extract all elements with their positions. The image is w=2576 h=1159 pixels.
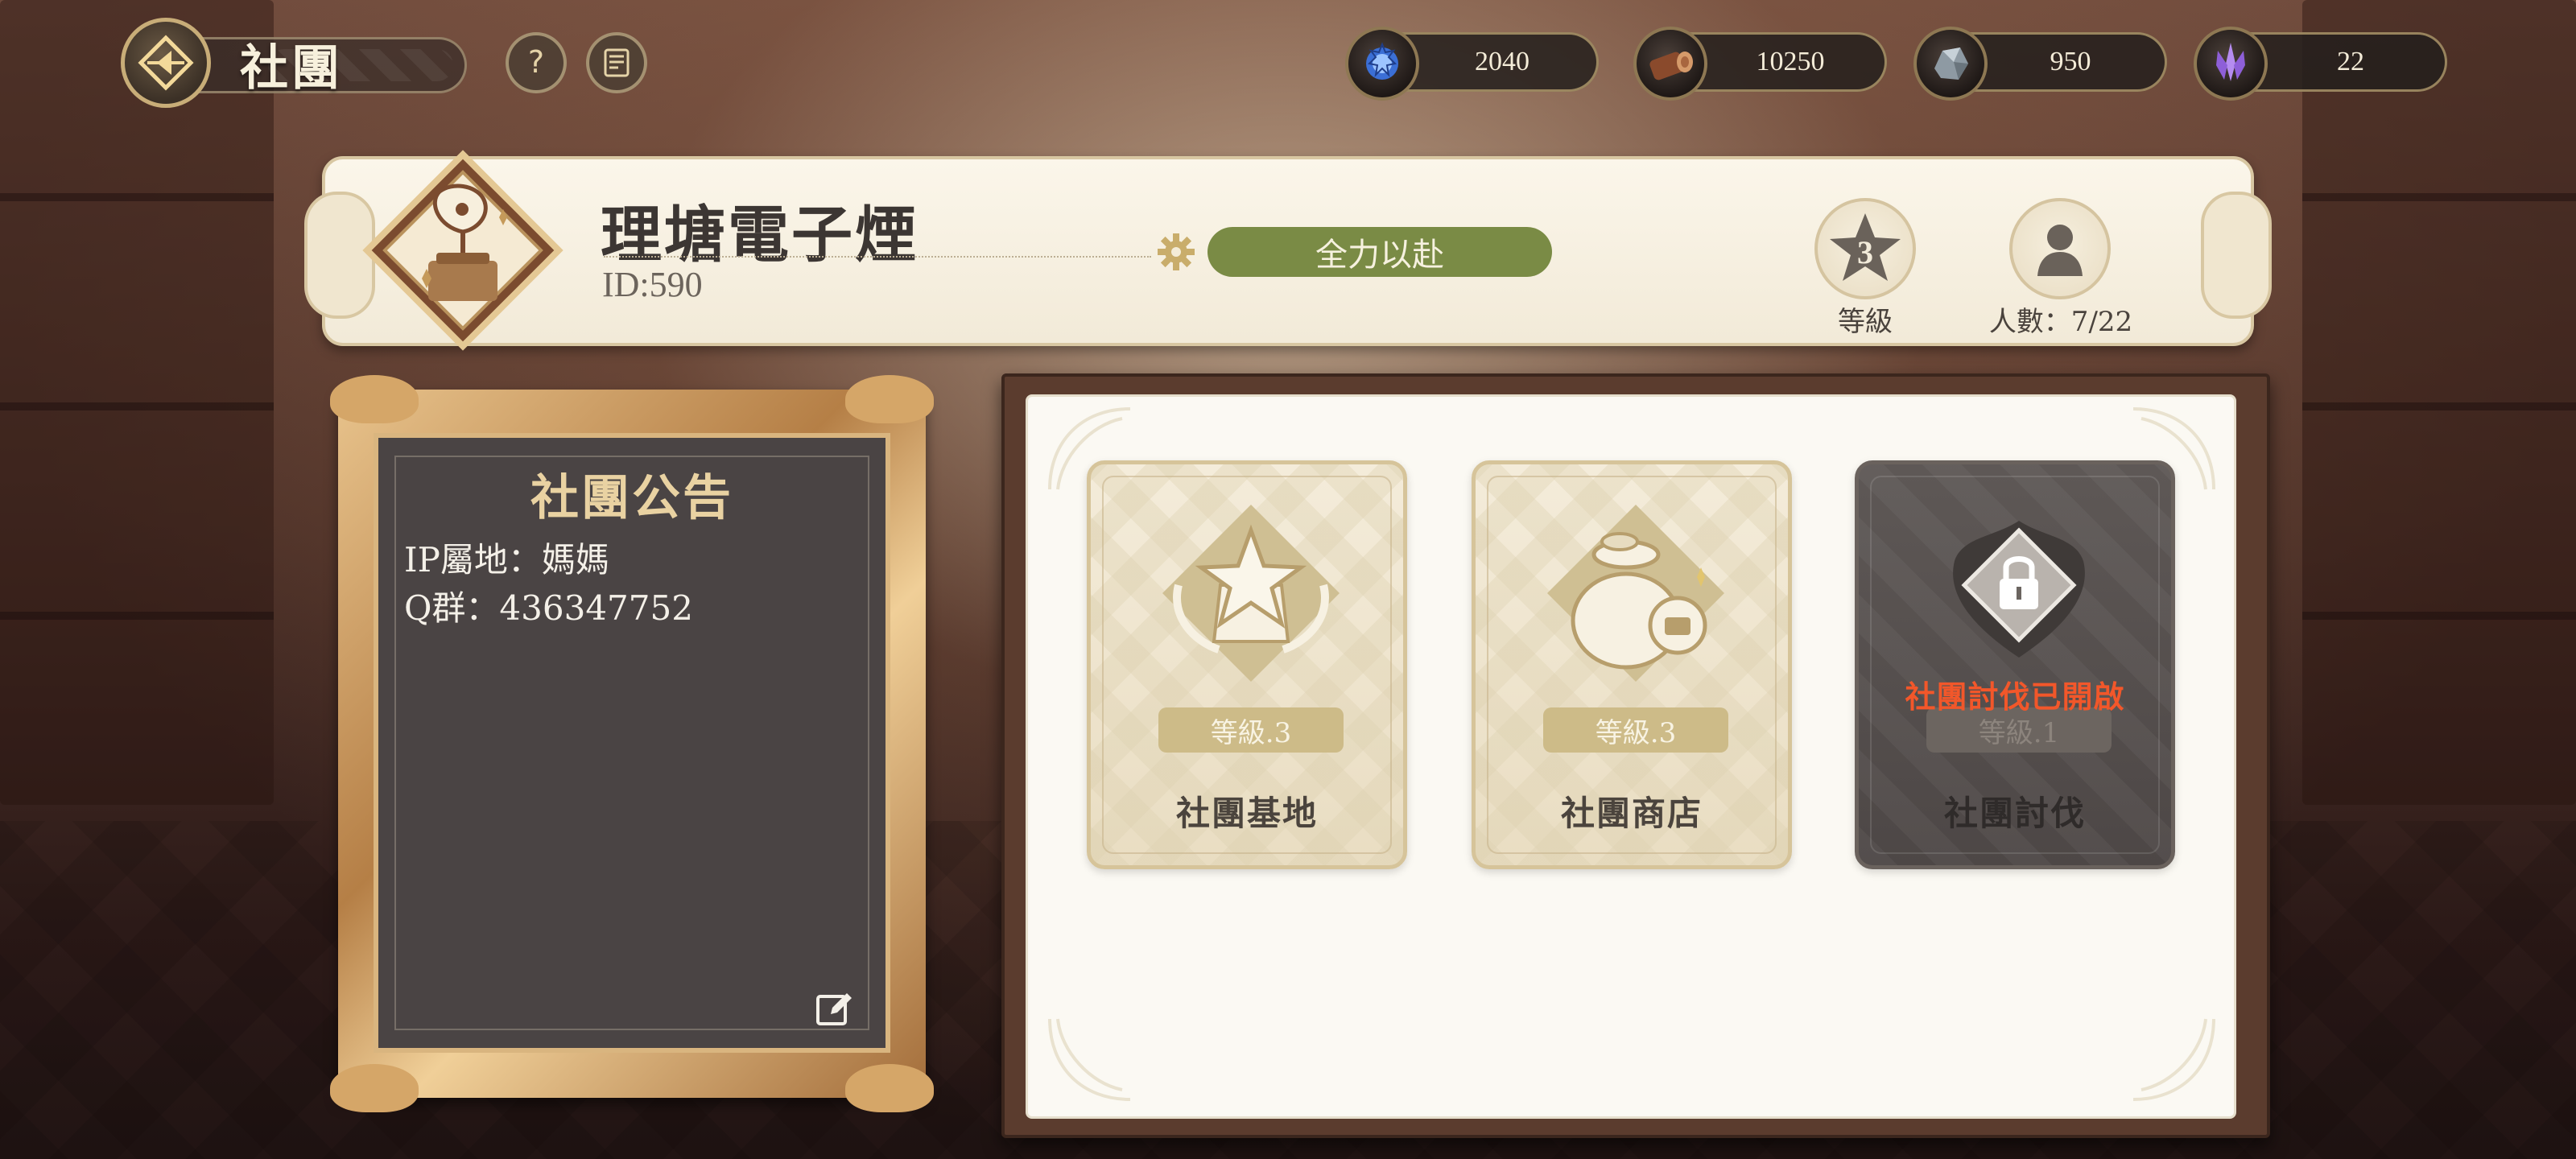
resource-value: 2040	[1475, 47, 1530, 76]
document-list-icon	[604, 48, 630, 77]
star-trophy-icon	[1162, 505, 1340, 682]
lock-icon	[1953, 521, 2085, 658]
guild-name: 理塘電子煙	[601, 199, 919, 270]
coin-bag-icon	[1547, 505, 1724, 682]
guild-level-value: 3	[1857, 234, 1873, 270]
resource-wood[interactable]: 10250	[1633, 27, 1887, 101]
person-icon	[2037, 225, 2083, 276]
feature-card-base[interactable]: 等級.3 社團基地	[1087, 460, 1407, 869]
notice-title: 社團公告	[530, 470, 733, 526]
page-title: 社團	[240, 40, 343, 97]
shelf-divider	[0, 193, 274, 201]
guild-level-label: 等級	[1838, 306, 1893, 338]
resource-value: 950	[2050, 47, 2091, 76]
header-title-group: 社團	[121, 18, 475, 108]
guild-level-button[interactable]: 3	[1814, 198, 1916, 299]
iron-ore-icon	[1913, 27, 1988, 101]
resource-iron[interactable]: 950	[1913, 27, 2167, 101]
star-level-icon: 3	[1830, 213, 1901, 281]
resource-value: 22	[2337, 47, 2364, 76]
log-button[interactable]	[586, 32, 647, 93]
members-count: 人數：7/22	[1988, 306, 2133, 338]
corner-flourish	[1048, 1018, 1131, 1101]
gramophone-emblem-icon	[362, 150, 564, 351]
edit-icon[interactable]	[813, 988, 855, 1030]
notice-line: Q群：436347752	[404, 588, 693, 628]
frame-ornament	[330, 375, 419, 423]
resource-crystal[interactable]: 22	[2194, 27, 2447, 101]
help-button[interactable]: ?	[506, 32, 567, 93]
blue-crest-icon	[1345, 27, 1419, 101]
diamond-arrow-back-icon	[138, 35, 194, 91]
feature-name: 社團討伐	[1943, 794, 2086, 833]
shelf-divider	[2302, 612, 2576, 620]
feature-name: 社團基地	[1175, 794, 1318, 833]
frame-ornament	[845, 1064, 934, 1112]
feature-level: 等級.3	[1543, 707, 1728, 753]
purple-crystal-icon	[2194, 27, 2268, 101]
shelf-divider	[2302, 193, 2576, 201]
resource-value: 10250	[1756, 47, 1825, 76]
wood-log-icon	[1633, 27, 1707, 101]
resource-crest[interactable]: 2040	[1345, 27, 1599, 101]
question-icon: ?	[528, 45, 544, 80]
feature-card-raid[interactable]: 等級.1 社團討伐已開啟 社團討伐	[1855, 460, 2175, 869]
frame-ornament	[330, 1064, 419, 1112]
guild-emblem[interactable]	[362, 150, 564, 351]
gear-icon[interactable]	[1156, 232, 1196, 272]
name-underline	[604, 256, 1151, 258]
shelf-divider	[0, 612, 274, 620]
notice-line: IP屬地：媽媽	[404, 540, 609, 580]
back-button[interactable]	[121, 18, 211, 108]
feature-card-shop[interactable]: 等級.3 社團商店	[1472, 460, 1792, 869]
guild-mode-badge[interactable]: 全力以赴	[1208, 227, 1552, 277]
feature-name: 社團商店	[1560, 794, 1703, 833]
frame-ornament	[845, 375, 934, 423]
feature-level: 等級.3	[1158, 707, 1344, 753]
guild-id: ID:590	[602, 265, 703, 304]
corner-flourish	[2132, 1018, 2215, 1101]
shelf-divider	[0, 402, 274, 410]
shelf-divider	[2302, 402, 2576, 410]
feature-status: 社團討伐已開啟	[1905, 678, 2125, 715]
members-button[interactable]	[2009, 198, 2111, 299]
svg-text:?: ?	[528, 45, 544, 80]
